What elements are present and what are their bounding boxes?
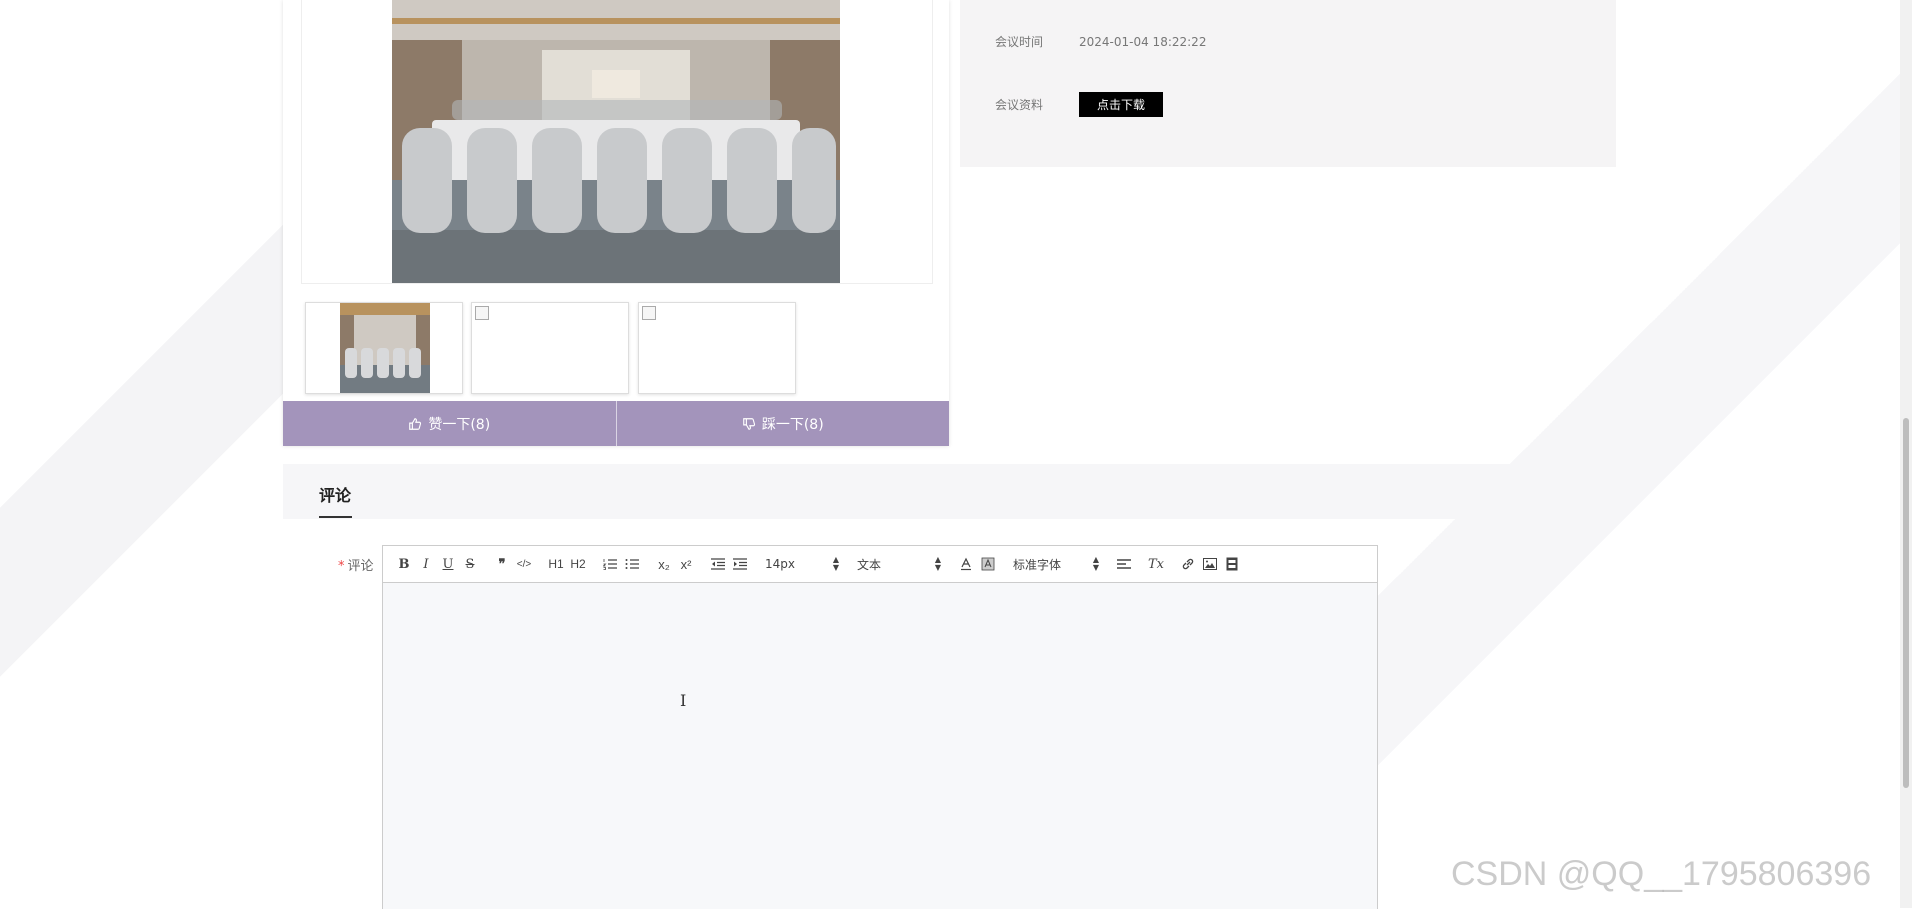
select-arrow-icon: ▲ ▼ [1092, 555, 1099, 572]
bullet-list-button[interactable] [621, 553, 643, 575]
rich-text-editor: B I U S ❞ </> H1 H2 x₂ x² 14px ▲ ▼ 文本 ▲ … [382, 545, 1378, 909]
meeting-file-row: 会议资料 点击下载 [995, 92, 1164, 117]
link-button[interactable] [1177, 553, 1199, 575]
header-value: 文本 [857, 557, 882, 572]
image-icon [1203, 558, 1217, 570]
comment-textarea[interactable]: I [383, 583, 1377, 909]
font-size-value: 14px [765, 557, 795, 571]
bold-button[interactable]: B [393, 553, 415, 575]
watermark: CSDN @QQ__1795806396 [1451, 855, 1872, 893]
h1-button[interactable]: H1 [545, 553, 567, 575]
superscript-button[interactable]: x² [675, 553, 697, 575]
gallery-card: 赞一下(8) 踩一下(8) [283, 0, 949, 446]
download-button[interactable]: 点击下载 [1079, 92, 1164, 117]
h2-button[interactable]: H2 [567, 553, 589, 575]
link-icon [1182, 558, 1194, 570]
comment-tabs: 评论 [283, 464, 1616, 519]
select-arrow-icon: ▲ ▼ [934, 555, 941, 572]
background-color-button[interactable] [977, 553, 999, 575]
thumbs-down-icon [743, 417, 755, 430]
code-block-button[interactable]: </> [513, 553, 535, 575]
thumbnail-2[interactable] [471, 302, 629, 394]
meeting-time-label: 会议时间 [995, 35, 1044, 49]
ordered-list-button[interactable] [599, 553, 621, 575]
main-image-frame [301, 0, 933, 284]
clear-format-button[interactable]: Tx [1145, 553, 1167, 575]
meeting-time-value: 2024-01-04 18:22:22 [1079, 34, 1207, 49]
select-arrow-icon: ▲ ▼ [832, 555, 839, 572]
image-button[interactable] [1199, 553, 1221, 575]
scrollbar-thumb[interactable] [1903, 418, 1909, 788]
strike-button[interactable]: S [459, 553, 481, 575]
thumbnail-3[interactable] [638, 302, 796, 394]
comment-field-label-text: 评论 [347, 559, 374, 574]
like-label: 赞一下(8) [428, 416, 491, 433]
video-button[interactable] [1221, 553, 1243, 575]
font-family-value: 标准字体 [1013, 557, 1062, 572]
text-color-button[interactable] [955, 553, 977, 575]
main-photo[interactable] [392, 0, 840, 283]
outdent-button[interactable] [707, 553, 729, 575]
active-tab-indicator [319, 516, 352, 518]
underline-button[interactable]: U [437, 553, 459, 575]
dislike-button[interactable]: 踩一下(8) [615, 401, 950, 446]
conference-room-photo [392, 0, 840, 283]
broken-image-icon [475, 306, 489, 320]
italic-button[interactable]: I [415, 553, 437, 575]
comment-field-label: * 评论 [338, 555, 374, 574]
ordered-list-icon [603, 559, 617, 570]
font-size-select[interactable]: 14px ▲ ▼ [761, 553, 843, 575]
indent-button[interactable] [729, 553, 751, 575]
background-color-icon [981, 557, 995, 571]
meeting-info-panel: 会议时间 2024-01-04 18:22:22 会议资料 点击下载 [960, 0, 1616, 167]
thumbnail-1[interactable] [305, 302, 463, 394]
tab-comments[interactable]: 评论 [319, 482, 351, 506]
video-icon [1226, 557, 1238, 571]
page-scrollbar[interactable] [1900, 0, 1912, 908]
meeting-time-row: 会议时间 2024-01-04 18:22:22 [995, 33, 1206, 50]
blockquote-button[interactable]: ❞ [491, 553, 513, 575]
header-select[interactable]: 文本 ▲ ▼ [853, 553, 945, 575]
vote-bar: 赞一下(8) 踩一下(8) [283, 401, 949, 446]
dislike-label: 踩一下(8) [761, 416, 824, 433]
indent-icon [733, 558, 747, 570]
editor-toolbar: B I U S ❞ </> H1 H2 x₂ x² 14px ▲ ▼ 文本 ▲ … [383, 546, 1377, 583]
thumbs-up-icon [409, 417, 422, 430]
broken-image-icon [642, 306, 656, 320]
bullet-list-icon [625, 559, 639, 569]
like-button[interactable]: 赞一下(8) [283, 401, 616, 446]
text-color-icon [961, 557, 971, 571]
font-family-select[interactable]: 标准字体 ▲ ▼ [1009, 553, 1103, 575]
thumbnail-photo [340, 303, 430, 393]
meeting-file-label: 会议资料 [995, 98, 1044, 112]
text-cursor-icon: I [680, 691, 687, 710]
align-button[interactable] [1113, 553, 1135, 575]
align-left-icon [1117, 559, 1131, 569]
subscript-button[interactable]: x₂ [653, 553, 675, 575]
outdent-icon [711, 558, 725, 570]
required-mark: * [338, 559, 345, 574]
